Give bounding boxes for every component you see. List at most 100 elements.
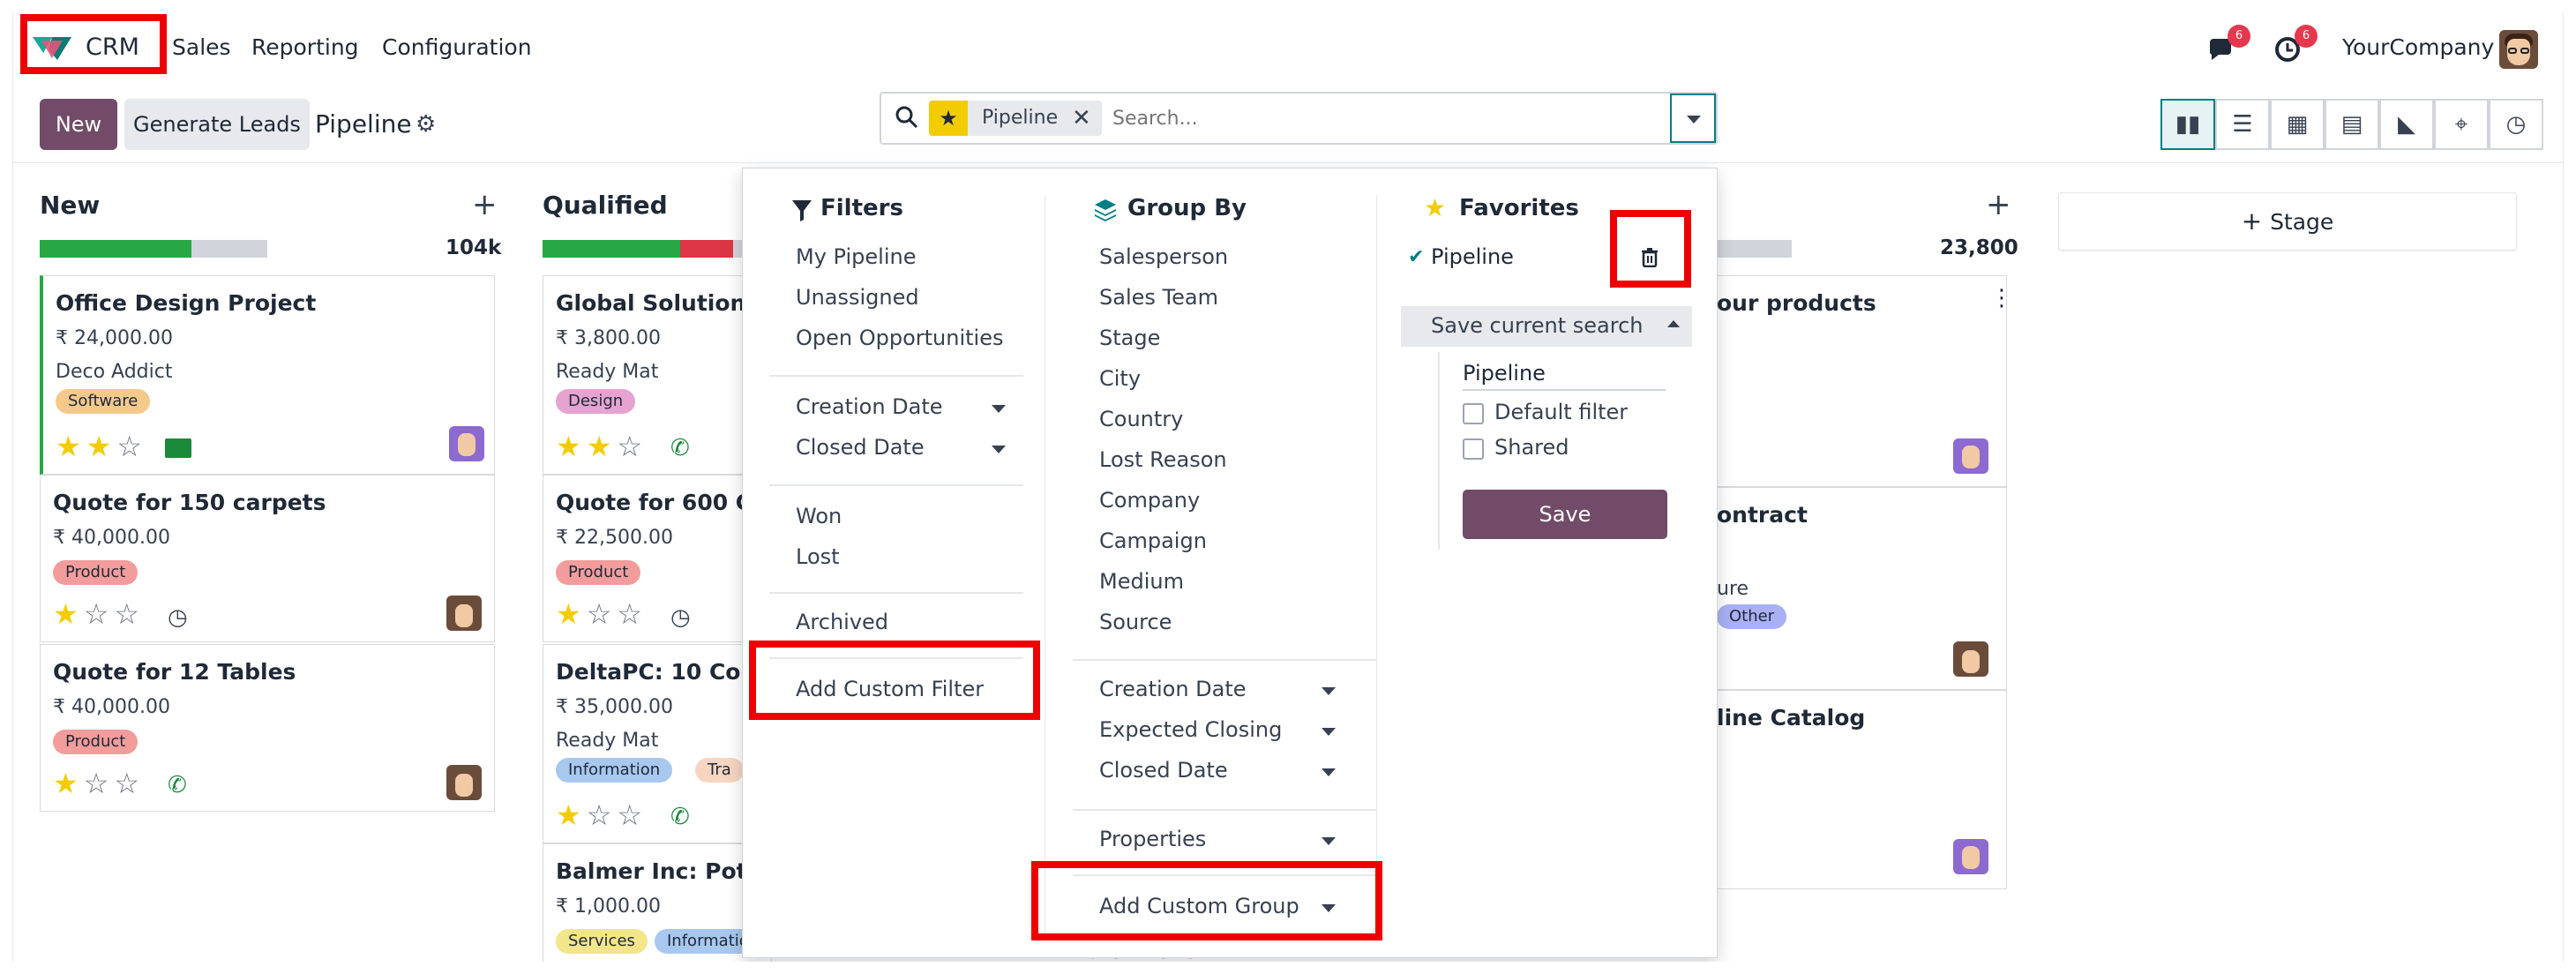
app-name[interactable]: CRM <box>86 30 139 65</box>
groupby-source[interactable]: Source <box>1099 610 1172 634</box>
view-calendar-button[interactable]: ▦ <box>2270 99 2325 150</box>
chevron-down-icon[interactable] <box>1322 687 1336 695</box>
view-pivot-button[interactable]: ▤ <box>2325 99 2379 150</box>
groupby-closed-date[interactable]: Closed Date <box>1099 758 1228 783</box>
add-custom-group-select[interactable]: Add Custom Group <box>1099 894 1299 918</box>
groupby-city[interactable]: City <box>1099 366 1141 391</box>
tag-services: Services <box>556 929 648 954</box>
filter-lost[interactable]: Lost <box>796 544 840 569</box>
crm-logo-icon[interactable] <box>33 34 71 64</box>
generate-leads-button[interactable]: Generate Leads <box>124 99 310 150</box>
groupby-salesperson[interactable]: Salesperson <box>1099 244 1228 269</box>
chevron-down-icon[interactable] <box>1322 728 1336 736</box>
add-custom-filter-button[interactable]: Add Custom Filter <box>796 677 984 701</box>
save-current-search-toggle[interactable]: Save current search <box>1401 306 1692 347</box>
kanban-card[interactable]: Balmer Inc: Pote ₹ 1,000.00 Services Inf… <box>543 843 772 962</box>
favorite-pipeline[interactable]: Pipeline <box>1431 244 1514 269</box>
checkmark-icon: ✔ <box>1408 246 1425 268</box>
add-stage-button[interactable]: + Stage <box>2058 192 2517 251</box>
chevron-down-icon[interactable] <box>992 446 1006 453</box>
messages-badge: 6 <box>2228 25 2250 48</box>
kanban-card[interactable]: Quote for 12 Tables ₹ 40,000.00 Product … <box>40 644 495 812</box>
phone-icon[interactable]: ✆ <box>168 772 187 798</box>
groupby-expected-closing[interactable]: Expected Closing <box>1099 717 1282 742</box>
view-activity-button[interactable]: ◷ <box>2489 99 2543 150</box>
shared-label: Shared <box>1494 435 1569 460</box>
card-menu-icon[interactable]: ⋮ <box>1990 285 2013 311</box>
kanban-card[interactable]: Office Design Project ₹ 24,000.00 Deco A… <box>40 275 495 475</box>
view-map-button[interactable]: ⌖ <box>2434 99 2489 150</box>
priority-stars[interactable]: ★☆☆ <box>53 597 145 631</box>
activity-clock-icon[interactable]: ◷ <box>670 604 691 631</box>
activities-badge: 6 <box>2295 25 2318 48</box>
column-add-icon[interactable]: + <box>1986 187 2011 222</box>
column-qualified-progress[interactable] <box>543 240 745 258</box>
company-switcher[interactable]: YourCompany <box>2342 30 2494 65</box>
column-qualified-title[interactable]: Qualified <box>543 191 668 220</box>
user-avatar[interactable] <box>2499 30 2538 69</box>
menu-reporting[interactable]: Reporting <box>251 30 359 65</box>
menu-configuration[interactable]: Configuration <box>382 30 532 65</box>
priority-stars[interactable]: ★☆☆ <box>556 597 648 631</box>
search-toggle-dropdown-button[interactable] <box>1670 94 1716 143</box>
groupby-lost-reason[interactable]: Lost Reason <box>1099 447 1227 472</box>
shared-checkbox[interactable] <box>1463 438 1484 460</box>
filter-closed-date[interactable]: Closed Date <box>796 435 925 460</box>
phone-icon[interactable]: ✆ <box>670 435 690 461</box>
filter-creation-date[interactable]: Creation Date <box>796 394 943 419</box>
view-graph-button[interactable]: ◣ <box>2379 99 2434 150</box>
priority-stars[interactable]: ★☆☆ <box>556 798 648 832</box>
favorite-name-input[interactable]: Pipeline <box>1463 361 1666 391</box>
chevron-down-icon[interactable] <box>1322 837 1336 845</box>
tag-product: Product <box>556 560 641 585</box>
kanban-card[interactable]: Global Solutions ₹ 3,800.00 Ready Mat De… <box>543 275 772 475</box>
groupby-company[interactable]: Company <box>1099 488 1200 513</box>
view-list-button[interactable]: ☰ <box>2215 99 2270 150</box>
column-new-add-icon[interactable]: + <box>472 187 498 222</box>
default-filter-checkbox[interactable] <box>1463 403 1484 424</box>
column-new-progress[interactable] <box>40 240 267 258</box>
groupby-campaign[interactable]: Campaign <box>1099 528 1207 553</box>
view-kanban-button[interactable]: ▮▮ <box>2160 99 2215 150</box>
kanban-card[interactable]: DeltaPC: 10 Con ₹ 35,000.00 Ready Mat In… <box>543 644 772 843</box>
filter-archived[interactable]: Archived <box>796 610 888 634</box>
facet-remove-icon[interactable]: ✕ <box>1072 101 1091 136</box>
column-new-title[interactable]: New <box>40 191 100 220</box>
email-icon[interactable] <box>165 438 191 458</box>
filter-open-opportunities[interactable]: Open Opportunities <box>796 326 1004 350</box>
activity-clock-icon[interactable]: ◷ <box>168 604 188 631</box>
groupby-sales-team[interactable]: Sales Team <box>1099 285 1218 310</box>
gear-icon[interactable]: ⚙ <box>416 111 436 138</box>
kanban-card[interactable]: Quote for 600 C ₹ 22,500.00 Product ★☆☆ … <box>543 475 772 642</box>
filter-won[interactable]: Won <box>796 504 842 528</box>
save-favorite-button[interactable]: Save <box>1463 490 1667 539</box>
salesperson-avatar <box>449 426 484 461</box>
tag-information: Information <box>556 758 673 783</box>
priority-stars[interactable]: ★☆☆ <box>53 767 145 800</box>
breadcrumb: Pipeline <box>315 109 412 139</box>
groupby-properties[interactable]: Properties <box>1099 827 1206 851</box>
chevron-down-icon[interactable] <box>1322 768 1336 776</box>
groupby-country[interactable]: Country <box>1099 407 1183 431</box>
new-button[interactable]: New <box>40 99 117 150</box>
chevron-down-icon[interactable] <box>992 405 1006 413</box>
groupby-creation-date[interactable]: Creation Date <box>1099 677 1247 701</box>
groupby-medium[interactable]: Medium <box>1099 569 1184 594</box>
search-input[interactable] <box>1112 102 1642 134</box>
phone-icon[interactable]: ✆ <box>670 804 690 830</box>
groupby-stage[interactable]: Stage <box>1099 326 1160 350</box>
trash-icon[interactable] <box>1641 248 1659 271</box>
chevron-down-icon[interactable] <box>1322 904 1336 912</box>
search-bar[interactable]: ★ Pipeline ✕ <box>880 92 1718 145</box>
menu-sales[interactable]: Sales <box>172 30 231 65</box>
filter-icon <box>792 200 812 225</box>
salesperson-avatar <box>446 596 482 631</box>
filter-unassigned[interactable]: Unassigned <box>796 285 919 310</box>
salesperson-avatar <box>1953 438 1988 474</box>
favorites-title: Favorites <box>1459 195 1579 221</box>
priority-stars[interactable]: ★★☆ <box>56 430 147 463</box>
kanban-card[interactable]: Quote for 150 carpets ₹ 40,000.00 Produc… <box>40 475 495 642</box>
column-total: 23,800 <box>1940 236 2018 259</box>
filter-my-pipeline[interactable]: My Pipeline <box>796 244 916 269</box>
priority-stars[interactable]: ★★☆ <box>556 430 648 463</box>
